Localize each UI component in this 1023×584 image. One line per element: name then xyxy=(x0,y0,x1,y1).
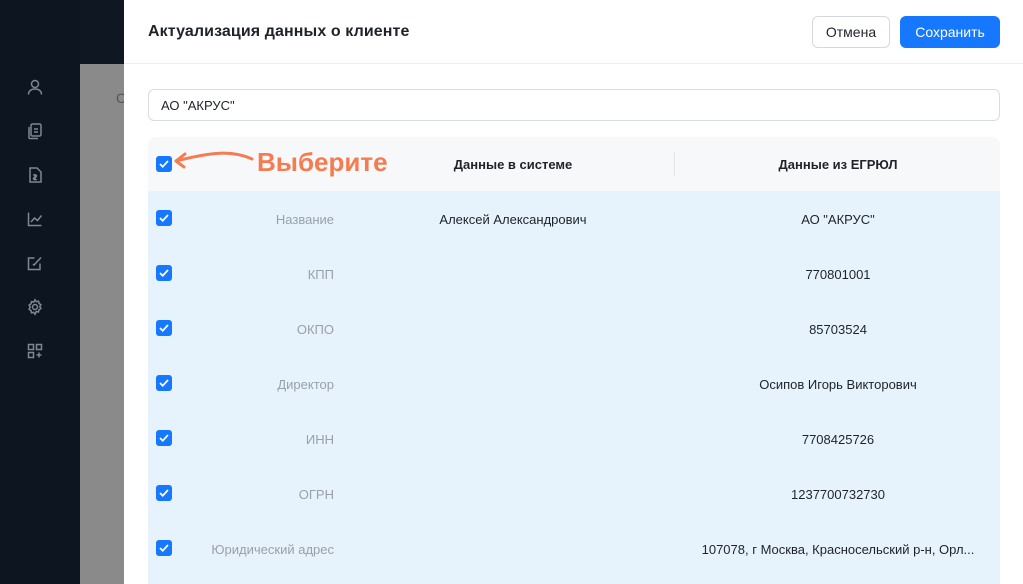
check-icon xyxy=(159,214,169,222)
field-label: КПП xyxy=(307,267,334,282)
field-label: ОКПО xyxy=(296,322,334,337)
apps-icon[interactable] xyxy=(24,340,46,362)
sidebar xyxy=(0,0,80,584)
table-row[interactable]: ОГРН 1237700732730 xyxy=(148,466,1000,521)
user-icon[interactable] xyxy=(24,76,46,98)
annotation-arrow-icon xyxy=(174,151,254,169)
egrul-value: АО "АКРУС" xyxy=(801,212,875,227)
field-label: ОГРН xyxy=(298,487,334,502)
field-label: ИНН xyxy=(305,432,334,447)
settings-icon[interactable] xyxy=(24,296,46,318)
comparison-table: Выберите Данные в системе Данные из ЕГРЮ… xyxy=(148,137,1000,584)
dialog-title: Актуализация данных о клиенте xyxy=(148,23,410,40)
check-icon xyxy=(159,324,169,332)
invoice-icon[interactable] xyxy=(24,164,46,186)
table-header: Выберите Данные в системе Данные из ЕГРЮ… xyxy=(148,137,1000,191)
check-icon xyxy=(159,269,169,277)
row-checkbox[interactable] xyxy=(156,320,172,336)
header-divider xyxy=(674,152,675,176)
table-row[interactable]: КПП 770801001 xyxy=(148,246,1000,301)
client-update-dialog: Актуализация данных о клиенте Отмена Сох… xyxy=(124,0,1023,584)
check-icon xyxy=(159,489,169,497)
row-checkbox[interactable] xyxy=(156,485,172,501)
system-value: Алексей Александрович xyxy=(439,212,587,227)
backdrop-top xyxy=(80,0,124,64)
chart-icon[interactable] xyxy=(24,208,46,230)
egrul-value: Осипов Игорь Викторович xyxy=(759,377,917,392)
egrul-value: 85703524 xyxy=(809,322,867,337)
table-row[interactable]: ОКПО 85703524 xyxy=(148,301,1000,356)
egrul-value: 1237700732730 xyxy=(791,487,885,502)
save-button[interactable]: Сохранить xyxy=(900,16,1000,48)
table-row[interactable]: ИНН 7708425726 xyxy=(148,411,1000,466)
select-annotation: Выберите xyxy=(257,147,388,177)
column-header-egrul: Данные из ЕГРЮЛ xyxy=(778,157,898,172)
check-icon xyxy=(159,434,169,442)
dialog-header: Актуализация данных о клиенте Отмена Сох… xyxy=(124,0,1023,64)
table-row[interactable]: Директор Осипов Игорь Викторович xyxy=(148,356,1000,411)
check-icon xyxy=(159,379,169,387)
page-backdrop xyxy=(80,64,124,584)
select-all-checkbox[interactable] xyxy=(156,156,172,172)
row-checkbox[interactable] xyxy=(156,375,172,391)
documents-icon[interactable] xyxy=(24,120,46,142)
row-checkbox[interactable] xyxy=(156,265,172,281)
check-icon xyxy=(159,160,169,168)
field-label: Юридический адрес xyxy=(211,542,334,557)
row-checkbox[interactable] xyxy=(156,430,172,446)
egrul-value: 770801001 xyxy=(805,267,871,282)
table-row[interactable]: Юридический адрес 107078, г Москва, Крас… xyxy=(148,521,1000,584)
company-search-input[interactable] xyxy=(148,89,1000,121)
row-checkbox[interactable] xyxy=(156,210,172,226)
field-label: Название xyxy=(275,212,334,227)
check-icon xyxy=(159,544,169,552)
column-header-system: Данные в системе xyxy=(453,157,573,172)
cancel-button[interactable]: Отмена xyxy=(812,16,890,48)
table-row[interactable]: Название Алексей Александрович АО "АКРУС… xyxy=(148,191,1000,246)
field-label: Директор xyxy=(277,377,334,392)
row-checkbox[interactable] xyxy=(156,540,172,556)
egrul-value: 107078, г Москва, Красносельский р-н, Ор… xyxy=(701,542,975,557)
egrul-value: 7708425726 xyxy=(801,432,875,447)
edit-task-icon[interactable] xyxy=(24,252,46,274)
